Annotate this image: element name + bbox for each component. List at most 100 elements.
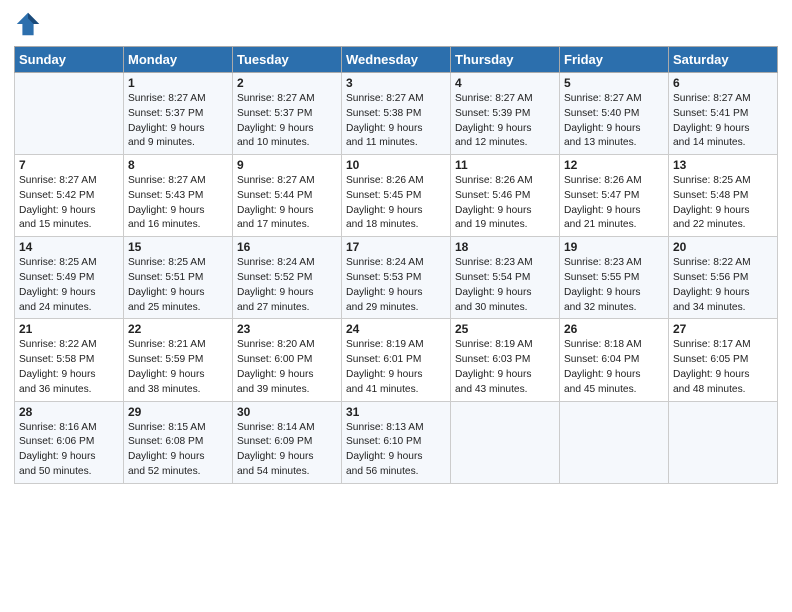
calendar-table: SundayMondayTuesdayWednesdayThursdayFrid… [14, 46, 778, 484]
day-number: 31 [346, 405, 446, 419]
calendar-cell: 15 Sunrise: 8:25 AMSunset: 5:51 PMDayligh… [124, 237, 233, 319]
calendar-cell: 6 Sunrise: 8:27 AMSunset: 5:41 PMDaylight… [669, 73, 778, 155]
week-row-4: 21 Sunrise: 8:22 AMSunset: 5:58 PMDayligh… [15, 319, 778, 401]
day-info: Sunrise: 8:26 AMSunset: 5:47 PMDaylight:… [564, 174, 664, 233]
calendar-cell: 1Sunrise: 8:27 AMSunset: 5:37 PMDaylight… [124, 73, 233, 155]
calendar-cell: 18 Sunrise: 8:23 AMSunset: 5:54 PMDayligh… [451, 237, 560, 319]
day-number: 15 [128, 240, 228, 254]
day-info: Sunrise: 8:13 AMSunset: 6:10 PMDaylight:… [346, 421, 446, 480]
calendar-cell: 5 Sunrise: 8:27 AMSunset: 5:40 PMDaylight… [560, 73, 669, 155]
day-number: 14 [19, 240, 119, 254]
day-info: Sunrise: 8:27 AMSunset: 5:38 PMDaylight:… [346, 92, 446, 151]
day-info: Sunrise: 8:15 AMSunset: 6:08 PMDaylight:… [128, 421, 228, 480]
day-info: Sunrise: 8:27 AMSunset: 5:37 PMDaylight:… [128, 92, 228, 151]
day-info: Sunrise: 8:22 AMSunset: 5:58 PMDaylight:… [19, 338, 119, 397]
day-number: 16 [237, 240, 337, 254]
calendar-cell: 31 Sunrise: 8:13 AMSunset: 6:10 PMDayligh… [342, 401, 451, 483]
header-thursday: Thursday [451, 47, 560, 73]
day-number: 27 [673, 322, 773, 336]
day-number: 13 [673, 158, 773, 172]
calendar-cell: 28 Sunrise: 8:16 AMSunset: 6:06 PMDayligh… [15, 401, 124, 483]
day-info: Sunrise: 8:24 AMSunset: 5:53 PMDaylight:… [346, 256, 446, 315]
calendar-cell: 2 Sunrise: 8:27 AMSunset: 5:37 PMDaylight… [233, 73, 342, 155]
day-number: 9 [237, 158, 337, 172]
day-info: Sunrise: 8:27 AMSunset: 5:42 PMDaylight:… [19, 174, 119, 233]
day-info: Sunrise: 8:24 AMSunset: 5:52 PMDaylight:… [237, 256, 337, 315]
day-number: 7 [19, 158, 119, 172]
day-info: Sunrise: 8:25 AMSunset: 5:51 PMDaylight:… [128, 256, 228, 315]
day-number: 18 [455, 240, 555, 254]
day-info: Sunrise: 8:27 AMSunset: 5:41 PMDaylight:… [673, 92, 773, 151]
day-number: 4 [455, 76, 555, 90]
day-number: 23 [237, 322, 337, 336]
day-info: Sunrise: 8:27 AMSunset: 5:39 PMDaylight:… [455, 92, 555, 151]
day-info: Sunrise: 8:26 AMSunset: 5:46 PMDaylight:… [455, 174, 555, 233]
day-info: Sunrise: 8:27 AMSunset: 5:37 PMDaylight:… [237, 92, 337, 151]
day-info: Sunrise: 8:27 AMSunset: 5:40 PMDaylight:… [564, 92, 664, 151]
day-number: 12 [564, 158, 664, 172]
day-info: Sunrise: 8:19 AMSunset: 6:01 PMDaylight:… [346, 338, 446, 397]
day-info: Sunrise: 8:21 AMSunset: 5:59 PMDaylight:… [128, 338, 228, 397]
day-number: 11 [455, 158, 555, 172]
day-number: 19 [564, 240, 664, 254]
calendar-cell: 25Sunrise: 8:19 AMSunset: 6:03 PMDayligh… [451, 319, 560, 401]
calendar-cell: 7 Sunrise: 8:27 AMSunset: 5:42 PMDaylight… [15, 155, 124, 237]
calendar-cell: 23Sunrise: 8:20 AMSunset: 6:00 PMDayligh… [233, 319, 342, 401]
day-info: Sunrise: 8:17 AMSunset: 6:05 PMDaylight:… [673, 338, 773, 397]
day-number: 22 [128, 322, 228, 336]
calendar-cell: 12 Sunrise: 8:26 AMSunset: 5:47 PMDayligh… [560, 155, 669, 237]
calendar-cell [451, 401, 560, 483]
calendar-cell: 24 Sunrise: 8:19 AMSunset: 6:01 PMDayligh… [342, 319, 451, 401]
week-row-1: 1Sunrise: 8:27 AMSunset: 5:37 PMDaylight… [15, 73, 778, 155]
week-row-5: 28 Sunrise: 8:16 AMSunset: 6:06 PMDayligh… [15, 401, 778, 483]
day-number: 24 [346, 322, 446, 336]
calendar-cell: 3 Sunrise: 8:27 AMSunset: 5:38 PMDaylight… [342, 73, 451, 155]
day-number: 21 [19, 322, 119, 336]
header-saturday: Saturday [669, 47, 778, 73]
logo [14, 10, 44, 38]
header-monday: Monday [124, 47, 233, 73]
day-number: 29 [128, 405, 228, 419]
calendar-cell: 26Sunrise: 8:18 AMSunset: 6:04 PMDayligh… [560, 319, 669, 401]
day-number: 30 [237, 405, 337, 419]
calendar-cell: 10 Sunrise: 8:26 AMSunset: 5:45 PMDayligh… [342, 155, 451, 237]
week-row-3: 14 Sunrise: 8:25 AMSunset: 5:49 PMDayligh… [15, 237, 778, 319]
calendar-cell: 16 Sunrise: 8:24 AMSunset: 5:52 PMDayligh… [233, 237, 342, 319]
calendar-cell: 30 Sunrise: 8:14 AMSunset: 6:09 PMDayligh… [233, 401, 342, 483]
day-number: 17 [346, 240, 446, 254]
day-number: 8 [128, 158, 228, 172]
header-friday: Friday [560, 47, 669, 73]
calendar-cell [15, 73, 124, 155]
calendar-cell: 22 Sunrise: 8:21 AMSunset: 5:59 PMDayligh… [124, 319, 233, 401]
day-info: Sunrise: 8:25 AMSunset: 5:49 PMDaylight:… [19, 256, 119, 315]
calendar-cell: 11 Sunrise: 8:26 AMSunset: 5:46 PMDayligh… [451, 155, 560, 237]
header-wednesday: Wednesday [342, 47, 451, 73]
day-number: 6 [673, 76, 773, 90]
day-number: 28 [19, 405, 119, 419]
day-info: Sunrise: 8:27 AMSunset: 5:44 PMDaylight:… [237, 174, 337, 233]
day-info: Sunrise: 8:14 AMSunset: 6:09 PMDaylight:… [237, 421, 337, 480]
calendar-cell: 19Sunrise: 8:23 AMSunset: 5:55 PMDayligh… [560, 237, 669, 319]
calendar-cell: 9 Sunrise: 8:27 AMSunset: 5:44 PMDaylight… [233, 155, 342, 237]
day-number: 2 [237, 76, 337, 90]
calendar-cell: 8Sunrise: 8:27 AMSunset: 5:43 PMDaylight… [124, 155, 233, 237]
page-container: SundayMondayTuesdayWednesdayThursdayFrid… [0, 0, 792, 494]
day-number: 5 [564, 76, 664, 90]
calendar-cell: 13 Sunrise: 8:25 AMSunset: 5:48 PMDayligh… [669, 155, 778, 237]
calendar-cell: 29 Sunrise: 8:15 AMSunset: 6:08 PMDayligh… [124, 401, 233, 483]
calendar-cell: 20Sunrise: 8:22 AMSunset: 5:56 PMDayligh… [669, 237, 778, 319]
day-number: 26 [564, 322, 664, 336]
day-info: Sunrise: 8:16 AMSunset: 6:06 PMDaylight:… [19, 421, 119, 480]
calendar-cell [669, 401, 778, 483]
day-number: 25 [455, 322, 555, 336]
calendar-cell: 27 Sunrise: 8:17 AMSunset: 6:05 PMDayligh… [669, 319, 778, 401]
week-row-2: 7 Sunrise: 8:27 AMSunset: 5:42 PMDaylight… [15, 155, 778, 237]
day-info: Sunrise: 8:26 AMSunset: 5:45 PMDaylight:… [346, 174, 446, 233]
day-number: 10 [346, 158, 446, 172]
day-number: 3 [346, 76, 446, 90]
day-number: 20 [673, 240, 773, 254]
day-info: Sunrise: 8:25 AMSunset: 5:48 PMDaylight:… [673, 174, 773, 233]
logo-icon [14, 10, 42, 38]
day-info: Sunrise: 8:23 AMSunset: 5:54 PMDaylight:… [455, 256, 555, 315]
calendar-header-row: SundayMondayTuesdayWednesdayThursdayFrid… [15, 47, 778, 73]
